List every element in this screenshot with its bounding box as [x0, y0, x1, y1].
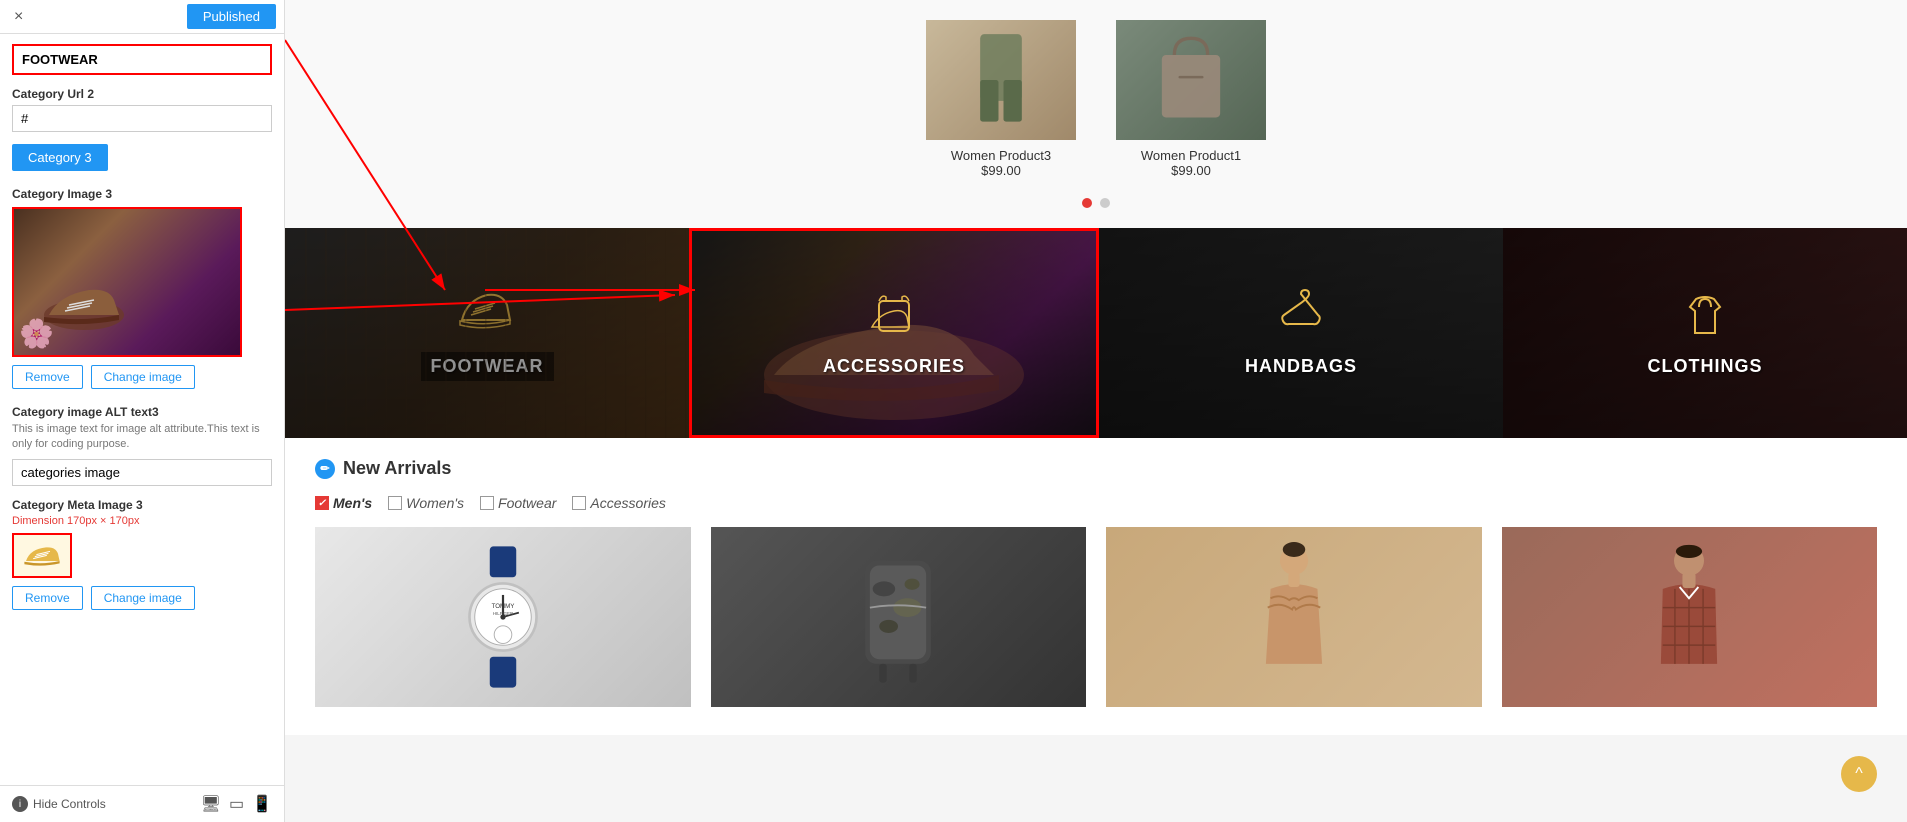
tab-accessories[interactable]: Accessories [572, 495, 665, 511]
dot-2[interactable] [1100, 198, 1110, 208]
scroll-top-button[interactable]: ^ [1841, 756, 1877, 792]
footwear-bg [285, 228, 689, 438]
product-img-svg-1 [946, 30, 1056, 130]
filter-tabs: ✓ Men's Women's Footwear Accessories [315, 495, 1877, 511]
category-url-label: Category Url 2 [12, 87, 272, 101]
close-button[interactable]: × [8, 6, 29, 28]
man-svg [1639, 542, 1739, 692]
accessories-svg-icon [864, 289, 924, 339]
product-image-2 [1116, 20, 1266, 140]
womens-label: Women's [406, 495, 464, 511]
products-row: Women Product3 $99.00 Women Product1 $99… [921, 20, 1271, 178]
meta-image-label: Category Meta Image 3 [12, 498, 272, 512]
category-3-button[interactable]: Category 3 [12, 144, 108, 171]
arrow-up-icon: ^ [1855, 765, 1863, 783]
womens-checkbox[interactable] [388, 496, 402, 510]
handbags-icon [1276, 289, 1326, 348]
accessories-tab-checkbox[interactable] [572, 496, 586, 510]
watch-svg: TOMMY HILFIGER [453, 542, 553, 692]
grid-img-backpack [711, 527, 1087, 707]
alt-text-hint: This is image text for image alt attribu… [12, 422, 272, 453]
category-footwear[interactable]: FOOTWEAR [285, 228, 689, 438]
product-image-1 [926, 20, 1076, 140]
grid-product-3 [1106, 527, 1482, 715]
hide-controls-label: Hide Controls [33, 797, 106, 811]
category-image-preview: 🌸 [12, 207, 242, 357]
handbags-svg-icon [1276, 289, 1326, 339]
desktop-icon[interactable]: 🖥 [201, 794, 221, 814]
products-section: Women Product3 $99.00 Women Product1 $99… [285, 0, 1907, 228]
tab-mens[interactable]: ✓ Men's [315, 495, 372, 511]
product-img-svg-2 [1136, 30, 1246, 130]
accessories-icon [864, 289, 924, 348]
category-clothings[interactable]: CLOTHINGS [1503, 228, 1907, 438]
footwear-tab-label: Footwear [498, 495, 556, 511]
products-grid: TOMMY HILFIGER [315, 527, 1877, 715]
image-buttons-row-2: Remove Change image [12, 586, 272, 610]
pencil-icon: ✏ [315, 459, 335, 479]
clothings-svg-icon [1680, 289, 1730, 339]
category-accessories[interactable]: ACCESSORIES [689, 228, 1099, 438]
product-price-1: $99.00 [981, 163, 1021, 178]
product-card-1: Women Product3 $99.00 [921, 20, 1081, 178]
svg-text:TOMMY: TOMMY [491, 603, 514, 610]
info-icon: i [12, 796, 28, 812]
category-image-label: Category Image 3 [12, 187, 272, 201]
dot-1[interactable] [1082, 198, 1092, 208]
change-image-button-2[interactable]: Change image [91, 586, 195, 610]
handbags-label: HANDBAGS [1245, 356, 1357, 377]
categories-section: FOOTWEAR ACC [285, 228, 1907, 438]
grid-img-woman [1106, 527, 1482, 707]
grid-img-watch: TOMMY HILFIGER [315, 527, 691, 707]
product-name-1: Women Product3 [951, 148, 1051, 163]
main-content: Women Product3 $99.00 Women Product1 $99… [285, 0, 1907, 822]
grid-product-2 [711, 527, 1087, 715]
image-preview-inner: 🌸 [14, 209, 240, 355]
remove-button[interactable]: Remove [12, 365, 83, 389]
new-arrivals-title: ✏ New Arrivals [315, 458, 1877, 479]
clothings-label: CLOTHINGS [1648, 356, 1763, 377]
svg-text:HILFIGER: HILFIGER [493, 611, 513, 616]
panel-header: × Published [0, 0, 284, 34]
left-panel: × Published Category Url 2 Category 3 Ca… [0, 0, 285, 822]
tab-footwear[interactable]: Footwear [480, 495, 556, 511]
alt-text-input[interactable] [12, 459, 272, 486]
hide-controls[interactable]: i Hide Controls [12, 796, 106, 812]
meta-image-thumb [12, 533, 72, 578]
mens-checkbox[interactable]: ✓ [315, 496, 329, 510]
grid-product-1: TOMMY HILFIGER [315, 527, 691, 715]
tab-womens[interactable]: Women's [388, 495, 464, 511]
published-button[interactable]: Published [187, 4, 276, 29]
accessories-tab-label: Accessories [590, 495, 665, 511]
product-name-2: Women Product1 [1141, 148, 1241, 163]
meta-shoe-icon [22, 541, 62, 569]
new-arrivals-text: New Arrivals [343, 458, 451, 479]
grid-product-4 [1502, 527, 1878, 715]
mobile-icon[interactable]: 📱 [252, 794, 272, 814]
backpack-svg [848, 542, 948, 692]
tablet-icon[interactable]: ▭ [229, 794, 244, 814]
change-image-button[interactable]: Change image [91, 365, 195, 389]
image-buttons-row: Remove Change image [12, 365, 272, 389]
clothings-icon [1680, 289, 1730, 348]
alt-text-label: Category image ALT text3 [12, 405, 272, 419]
panel-footer: i Hide Controls 🖥 ▭ 📱 [0, 785, 284, 822]
meta-dim-hint: Dimension 170px × 170px [12, 515, 272, 527]
footwear-input[interactable] [12, 44, 272, 75]
new-arrivals-section: ✏ New Arrivals ✓ Men's Women's Footwear … [285, 438, 1907, 735]
remove-button-2[interactable]: Remove [12, 586, 83, 610]
grid-img-man [1502, 527, 1878, 707]
woman-svg [1244, 542, 1344, 692]
footer-icons: 🖥 ▭ 📱 [201, 794, 272, 814]
panel-content: Category Url 2 Category 3 Category Image… [0, 34, 284, 785]
flower-decoration: 🌸 [19, 317, 54, 350]
carousel-dots [1082, 198, 1110, 208]
mens-label: Men's [333, 495, 372, 511]
product-card-2: Women Product1 $99.00 [1111, 20, 1271, 178]
accessories-label: ACCESSORIES [823, 356, 965, 377]
category-url-input[interactable] [12, 105, 272, 132]
category-handbags[interactable]: HANDBAGS [1099, 228, 1503, 438]
footwear-tab-checkbox[interactable] [480, 496, 494, 510]
product-price-2: $99.00 [1171, 163, 1211, 178]
